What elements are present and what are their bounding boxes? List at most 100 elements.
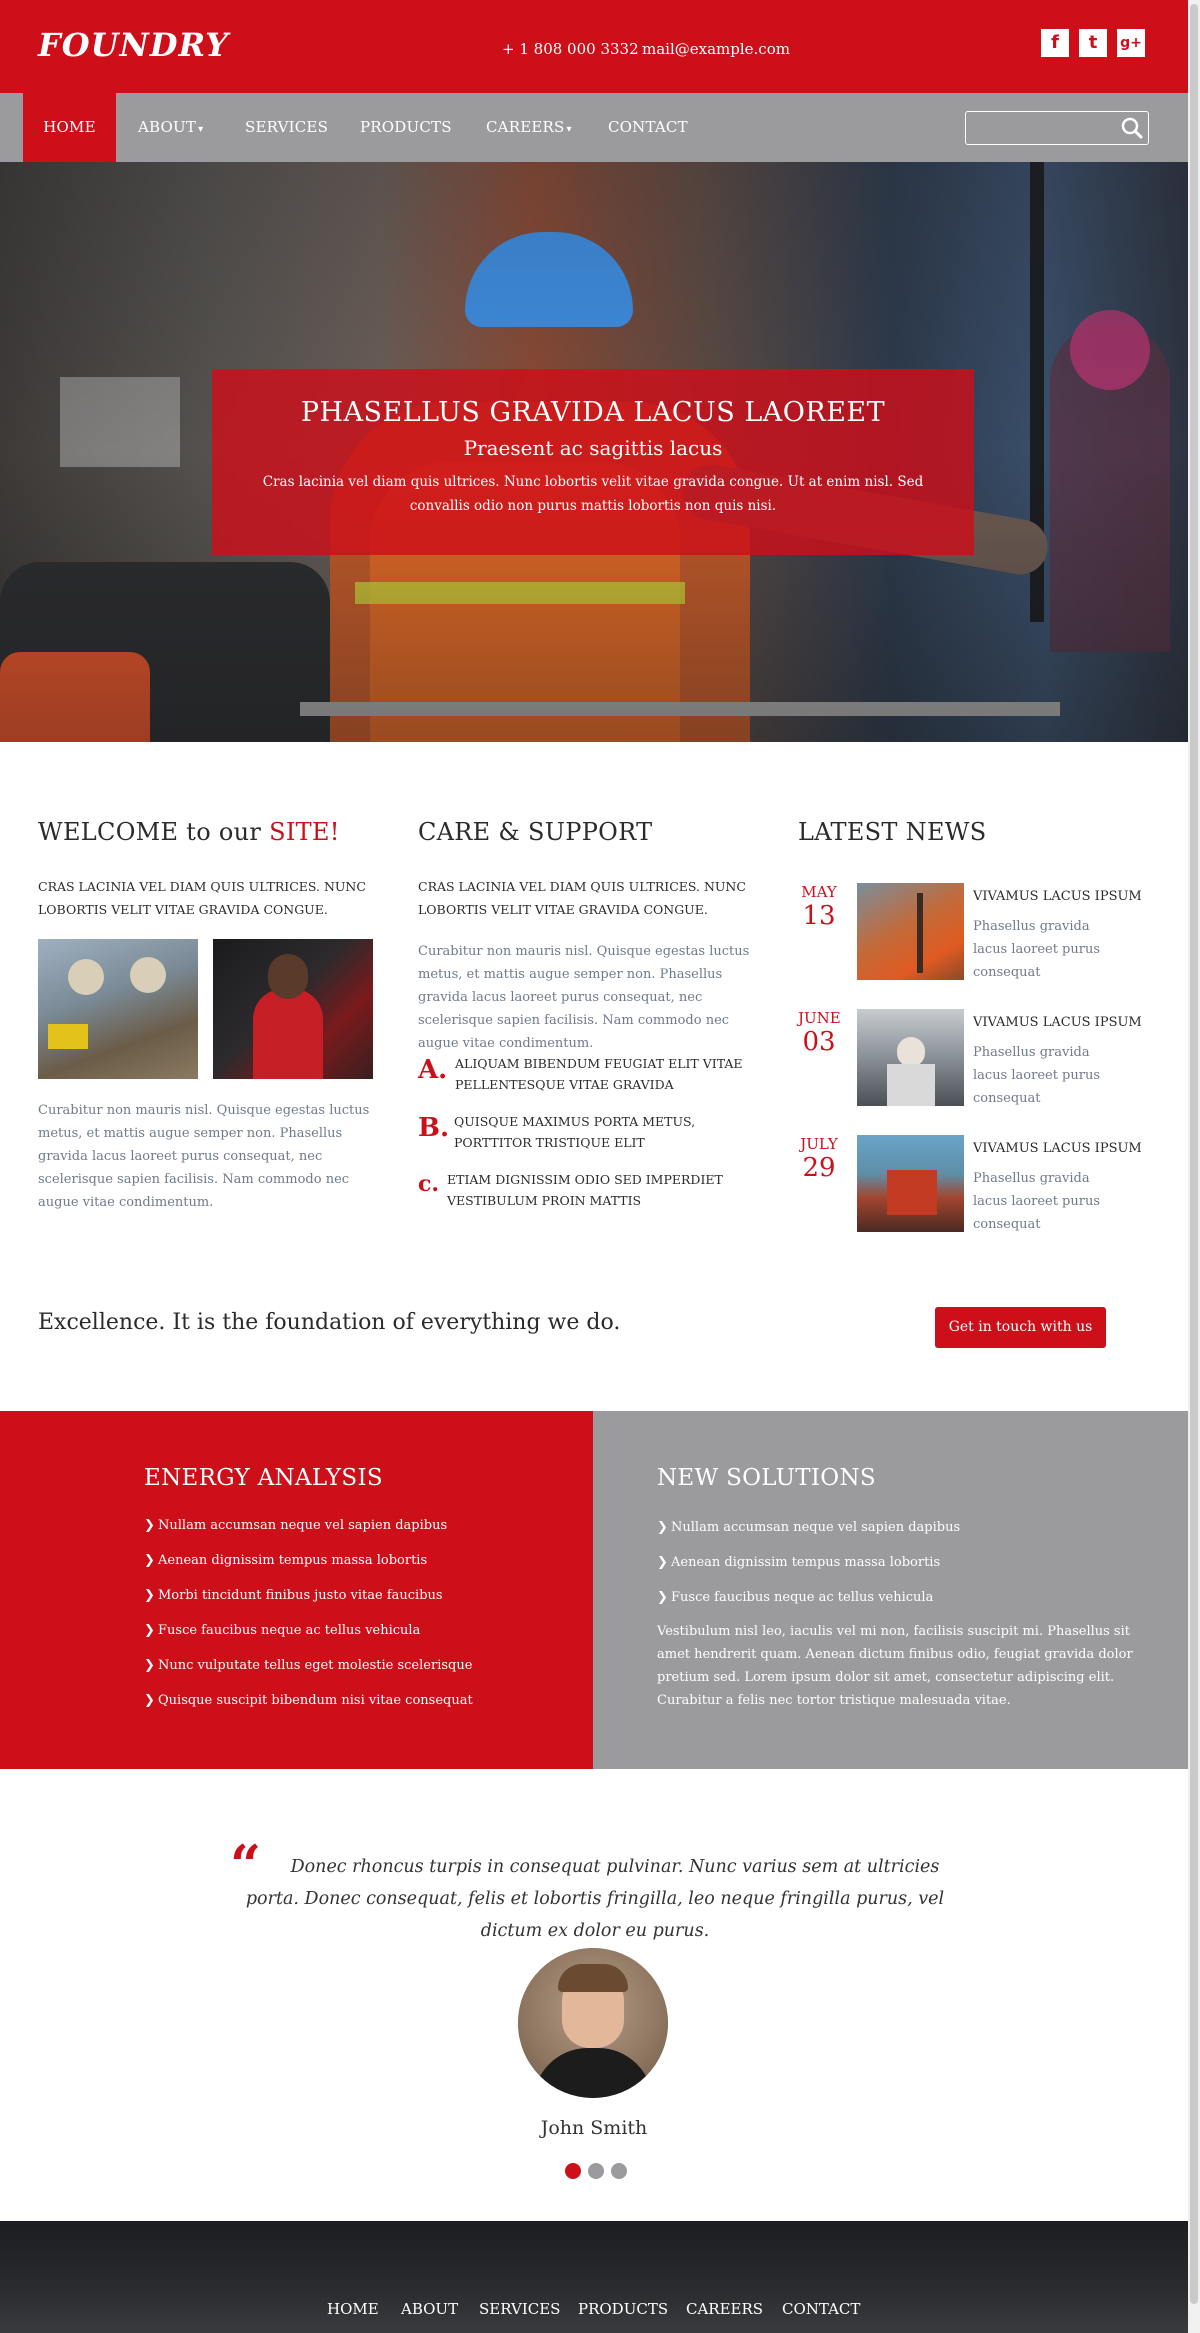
news-month: JUNE [798, 1009, 841, 1027]
hero-caption: PHASELLUS GRAVIDA LACUS LAOREET Praesent… [212, 369, 974, 555]
testimonial-quote: Donec rhoncus turpis in consequat pulvin… [245, 1857, 945, 1941]
testimonial-author: John Smith [540, 2117, 648, 2139]
footer-link-careers[interactable]: CAREERS [686, 2300, 763, 2318]
footer-link-contact[interactable]: CONTACT [782, 2300, 860, 2318]
list-item-text: Fusce faucibus neque ac tellus vehicula [671, 1590, 934, 1605]
list-item-text: Nullam accumsan neque vel sapien dapibus [671, 1520, 961, 1535]
care-item-text: QUISQUE MAXIMUS PORTA METUS, PORTTITOR T… [454, 1114, 696, 1150]
nav-item-about[interactable]: ABOUT ▾ [138, 93, 203, 162]
solutions-list-item: ❯ Fusce faucibus neque ac tellus vehicula [657, 1590, 933, 1605]
footer-link-services[interactable]: SERVICES [479, 2300, 560, 2318]
energy-list-item: ❯ Morbi tincidunt finibus justo vitae fau… [144, 1588, 443, 1603]
chevron-right-icon: ❯ [144, 1693, 155, 1708]
chevron-right-icon: ❯ [657, 1520, 668, 1535]
care-lead: CRAS LACINIA VEL DIAM QUIS ULTRICES. NUN… [418, 879, 746, 917]
worker-shirt-shape [253, 989, 323, 1079]
care-text: Curabitur non mauris nisl. Quisque egest… [418, 944, 750, 1051]
footer-link-home[interactable]: HOME [327, 2300, 379, 2318]
news-item[interactable]: JUNE 03 VIVAMUS LACUS IPSUM Phasellus gr… [798, 1009, 1178, 1107]
footer-link-about[interactable]: ABOUT [401, 2300, 458, 2318]
nav-label: SERVICES [245, 118, 329, 136]
news-item-title[interactable]: VIVAMUS LACUS IPSUM [973, 1141, 1142, 1156]
scrollbar-thumb[interactable] [1190, 4, 1198, 2304]
chevron-right-icon: ❯ [657, 1555, 668, 1570]
top-bar: FOUNDRY + 1 808 000 3332 mail@example.co… [0, 0, 1188, 93]
contact-phone: + 1 808 000 3332 [502, 40, 639, 58]
news-thumbnail[interactable] [857, 1135, 964, 1232]
list-item-text: Nunc vulputate tellus eget molestie scel… [158, 1658, 473, 1673]
list-item-text: Fusce faucibus neque ac tellus vehicula [158, 1623, 421, 1638]
nav-item-products[interactable]: PRODUCTS [360, 93, 452, 162]
welcome-photo-workers [38, 939, 198, 1079]
chevron-right-icon: ❯ [144, 1553, 155, 1568]
twitter-icon[interactable]: t [1079, 29, 1107, 57]
solutions-title: NEW SOLUTIONS [657, 1465, 876, 1491]
search-icon[interactable] [1120, 116, 1144, 140]
hero-subtitle: Praesent ac sagittis lacus [463, 436, 723, 460]
chevron-right-icon: ❯ [144, 1518, 155, 1533]
cta-text: Excellence. It is the foundation of ever… [38, 1310, 621, 1335]
energy-list-item: ❯ Nullam accumsan neque vel sapien dapibu… [144, 1518, 447, 1533]
carousel-dot[interactable] [565, 2163, 581, 2179]
news-item-text: Phasellus gravida lacus laoreet purus co… [973, 1045, 1101, 1106]
care-letter: c. [418, 1171, 440, 1197]
welcome-text: Curabitur non mauris nisl. Quisque egest… [38, 1103, 370, 1210]
nav-item-contact[interactable]: CONTACT [608, 93, 688, 162]
news-thumbnail[interactable] [857, 883, 964, 980]
avatar-hair [558, 1964, 628, 1992]
worker-head-shape [897, 1037, 925, 1067]
nav-item-careers[interactable]: CAREERS ▾ [486, 93, 572, 162]
news-item-title[interactable]: VIVAMUS LACUS IPSUM [973, 889, 1142, 904]
news-item[interactable]: JULY 29 VIVAMUS LACUS IPSUM Phasellus gr… [798, 1135, 1178, 1233]
crane-shape [917, 893, 923, 973]
footer-link-products[interactable]: PRODUCTS [578, 2300, 668, 2318]
hard-hat-shape [130, 957, 166, 993]
hero-title: PHASELLUS GRAVIDA LACUS LAOREET [300, 397, 886, 428]
carousel-dot[interactable] [611, 2163, 627, 2179]
news-day: 13 [802, 901, 836, 931]
list-item-text: Aenean dignissim tempus massa lobortis [671, 1555, 941, 1570]
main-nav: HOME ABOUT ▾ SERVICES PRODUCTS CAREERS ▾ C… [0, 93, 1188, 162]
list-item-text: Quisque suscipit bibendum nisi vitae con… [158, 1693, 473, 1708]
nav-item-services[interactable]: SERVICES [245, 93, 328, 162]
avatar [518, 1948, 668, 2098]
worker-head-shape [268, 954, 308, 999]
list-item-text: Aenean dignissim tempus massa lobortis [158, 1553, 428, 1568]
news-thumbnail[interactable] [857, 1009, 964, 1106]
news-day: 29 [802, 1153, 836, 1183]
care-letter: A. [418, 1055, 448, 1085]
care-item-text: ETIAM DIGNISSIM ODIO SED IMPERDIET VESTI… [447, 1172, 723, 1208]
chevron-right-icon: ❯ [144, 1658, 155, 1673]
news-item[interactable]: MAY 13 VIVAMUS LACUS IPSUM Phasellus gra… [798, 883, 1178, 981]
chevron-right-icon: ❯ [144, 1623, 155, 1638]
news-item-text: Phasellus gravida lacus laoreet purus co… [973, 1171, 1101, 1232]
site-logo[interactable]: FOUNDRY [38, 26, 229, 64]
nav-label: CONTACT [608, 118, 688, 136]
nav-label: ABOUT [138, 118, 197, 136]
solutions-list-item: ❯ Nullam accumsan neque vel sapien dapibu… [657, 1520, 960, 1535]
nav-item-home[interactable]: HOME [23, 93, 116, 162]
hero-banner: PHASELLUS GRAVIDA LACUS LAOREET Praesent… [0, 162, 1188, 742]
facebook-icon[interactable]: f [1041, 29, 1069, 57]
news-day: 03 [802, 1027, 836, 1057]
carousel-dot[interactable] [588, 2163, 604, 2179]
chevron-right-icon: ❯ [144, 1588, 155, 1603]
nav-label: CAREERS [486, 118, 565, 136]
news-title: LATEST NEWS [798, 818, 987, 846]
list-item-text: Morbi tincidunt finibus justo vitae fauc… [158, 1588, 443, 1603]
care-title: CARE & SUPPORT [418, 818, 653, 846]
welcome-photo-worker-red [213, 939, 373, 1079]
welcome-title-highlight: SITE! [269, 818, 340, 846]
caret-down-icon: ▾ [566, 124, 572, 135]
energy-list-item: ❯ Quisque suscipit bibendum nisi vitae co… [144, 1693, 473, 1708]
get-in-touch-button[interactable]: Get in touch with us [935, 1307, 1106, 1348]
news-item-title[interactable]: VIVAMUS LACUS IPSUM [973, 1015, 1142, 1030]
google-plus-icon[interactable]: g+ [1117, 29, 1145, 57]
worker-coat-shape [887, 1064, 935, 1106]
care-item-text: ALIQUAM BIBENDUM FEUGIAT ELIT VITAE PELL… [455, 1056, 743, 1092]
contact-email[interactable]: mail@example.com [642, 40, 790, 58]
chevron-right-icon: ❯ [657, 1590, 668, 1605]
hard-hat-shape [68, 959, 104, 995]
search-input[interactable] [965, 111, 1149, 145]
hero-text: Cras lacinia vel diam quis ultrices. Nun… [262, 474, 924, 514]
